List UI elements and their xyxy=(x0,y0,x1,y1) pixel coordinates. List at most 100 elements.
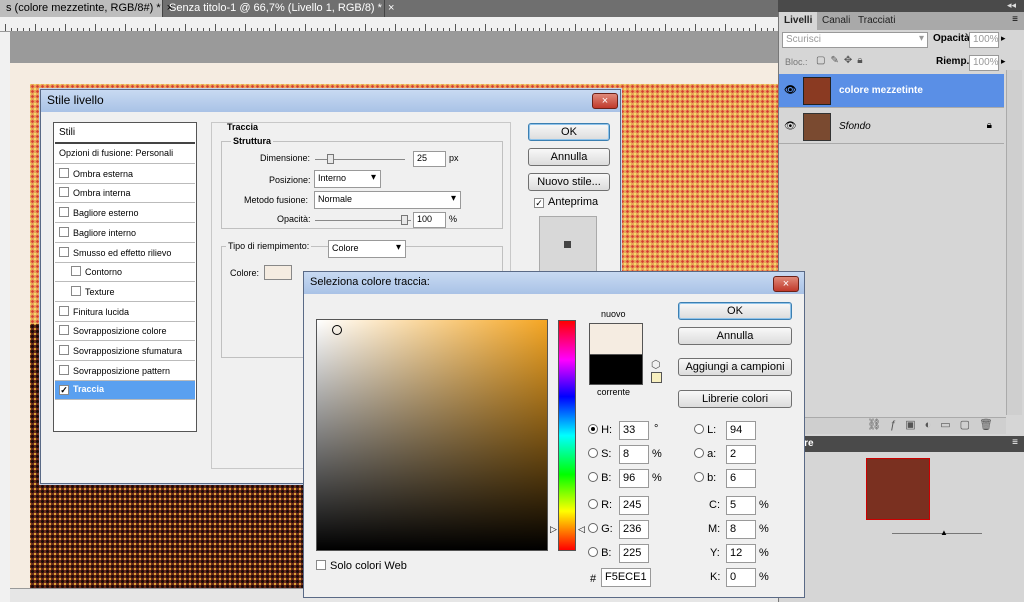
style-item[interactable]: Contorno xyxy=(55,263,195,283)
hue-slider[interactable] xyxy=(558,320,576,551)
opacity-input[interactable]: 100% xyxy=(969,32,999,48)
y-input[interactable]: 12 xyxy=(726,544,756,563)
style-item[interactable]: Sovrapposizione pattern xyxy=(55,362,195,381)
layers-toolbar[interactable]: ⛓ƒ▣◐▭▢🗑︎ xyxy=(779,417,1006,434)
ok-button[interactable]: OK xyxy=(678,302,792,320)
collapse-icon[interactable]: ◂◂ xyxy=(1007,0,1016,11)
styles-header[interactable]: Stili xyxy=(55,124,195,144)
metodo-fusione-select[interactable]: Normale xyxy=(314,191,461,209)
a-radio[interactable]: a: xyxy=(694,448,716,460)
tab-canali[interactable]: Canali xyxy=(817,12,855,30)
r-input[interactable]: 245 xyxy=(619,496,649,515)
l-input[interactable]: 94 xyxy=(726,421,756,440)
g-input[interactable]: 236 xyxy=(619,520,649,539)
checkbox-icon[interactable] xyxy=(59,305,69,316)
blend-mode-select[interactable]: Scurisci ▾ xyxy=(782,32,928,48)
layers-scrollbar[interactable] xyxy=(1006,70,1022,415)
ok-button[interactable]: OK xyxy=(528,123,610,141)
tab-colore-mezzetinte[interactable]: s (colore mezzetinte, RGB/8#) * × xyxy=(0,0,173,17)
checkbox-icon[interactable] xyxy=(71,285,81,296)
close-icon[interactable]: × xyxy=(388,2,394,14)
opacita-input[interactable]: 100 xyxy=(413,212,446,228)
hue-arrow-left-icon[interactable]: ▷ xyxy=(550,524,557,535)
gamut-swatch[interactable] xyxy=(651,372,662,383)
h-radio[interactable]: H: xyxy=(588,424,612,436)
radio-icon[interactable] xyxy=(588,472,598,482)
radio-icon[interactable] xyxy=(588,523,598,533)
layer-row-colore-mezzetinte[interactable]: 👁︎ colore mezzetinte xyxy=(779,74,1004,108)
close-button[interactable]: × xyxy=(773,276,799,292)
style-item[interactable]: ✓ Traccia xyxy=(55,381,195,401)
tab-tracciati[interactable]: Tracciati xyxy=(853,12,900,30)
c-input[interactable]: 5 xyxy=(726,496,756,515)
style-item[interactable]: Finitura lucida xyxy=(55,303,195,322)
style-item[interactable]: Texture xyxy=(55,283,195,302)
hue-arrow-right-icon[interactable]: ◁ xyxy=(578,524,585,535)
b-radio[interactable]: B: xyxy=(588,472,611,484)
radio-icon[interactable] xyxy=(588,424,598,434)
h-input[interactable]: 33 xyxy=(619,421,649,440)
annulla-button[interactable]: Annulla xyxy=(678,327,792,345)
a-input[interactable]: 2 xyxy=(726,445,756,464)
checkbox-icon[interactable] xyxy=(59,226,69,237)
s-radio[interactable]: S: xyxy=(588,448,611,460)
radio-icon[interactable] xyxy=(694,448,704,458)
saturation-brightness-field[interactable] xyxy=(316,319,548,551)
radio-icon[interactable] xyxy=(588,499,598,509)
lock-icons[interactable]: ▢✎✥🔒︎ xyxy=(816,55,868,66)
librerie-colori-button[interactable]: Librerie colori xyxy=(678,390,792,408)
eye-icon[interactable]: 👁︎ xyxy=(784,85,797,96)
radio-icon[interactable] xyxy=(588,448,598,458)
dimensione-input[interactable]: 25 xyxy=(413,151,446,167)
hex-input[interactable]: F5ECE1 xyxy=(601,568,651,587)
slider-handle[interactable]: ▲ xyxy=(940,528,948,537)
chevron-right-icon[interactable]: ▸ xyxy=(1001,33,1006,44)
checkbox-icon[interactable] xyxy=(59,364,69,375)
l-radio[interactable]: L: xyxy=(694,424,716,436)
radio-icon[interactable] xyxy=(694,472,704,482)
blue-radio[interactable]: B: xyxy=(588,547,611,559)
checkbox-icon[interactable]: ✓ xyxy=(534,198,544,208)
checkbox-icon[interactable] xyxy=(59,167,69,178)
b-input[interactable]: 96 xyxy=(619,469,649,488)
checkbox-icon[interactable] xyxy=(59,187,69,198)
aggiungi-campioni-button[interactable]: Aggiungi a campioni xyxy=(678,358,792,376)
style-item[interactable]: Sovrapposizione colore xyxy=(55,322,195,342)
slider-handle[interactable] xyxy=(401,215,408,225)
style-item[interactable]: Opzioni di fusione: Personali xyxy=(55,145,195,164)
colore-swatch[interactable] xyxy=(264,265,292,280)
fill-input[interactable]: 100% xyxy=(969,55,999,71)
zoom-slider[interactable]: ▲ xyxy=(880,528,1010,537)
tab-senza-titolo[interactable]: Senza titolo-1 @ 66,7% (Livello 1, RGB/8… xyxy=(163,0,394,17)
dimensione-slider[interactable] xyxy=(315,154,405,164)
m-input[interactable]: 8 xyxy=(726,520,756,539)
k-input[interactable]: 0 xyxy=(726,568,756,587)
navigator-thumbnail[interactable] xyxy=(866,458,930,520)
annulla-button[interactable]: Annulla xyxy=(528,148,610,166)
tab-livelli[interactable]: Livelli xyxy=(779,12,818,30)
radio-icon[interactable] xyxy=(694,424,704,434)
r-radio[interactable]: R: xyxy=(588,499,612,511)
anteprima-checkbox[interactable]: ✓ Anteprima xyxy=(534,196,598,208)
panel-menu-icon[interactable]: ≡ xyxy=(1012,437,1018,448)
posizione-select[interactable]: Interno xyxy=(314,170,381,188)
panel-menu-icon[interactable]: ≡ xyxy=(1012,14,1018,25)
s-input[interactable]: 8 xyxy=(619,445,649,464)
checkbox-icon[interactable] xyxy=(71,266,81,277)
solo-colori-web-checkbox[interactable]: Solo colori Web xyxy=(316,560,407,572)
nuovo-stile-button[interactable]: Nuovo stile... xyxy=(528,173,610,191)
layer-row-sfondo[interactable]: 👁︎ Sfondo 🔒︎ xyxy=(779,110,1004,144)
style-item[interactable]: Ombra esterna xyxy=(55,165,195,184)
close-button[interactable]: × xyxy=(592,93,618,109)
style-item[interactable]: Ombra interna xyxy=(55,184,195,204)
current-color-swatch[interactable] xyxy=(589,354,643,385)
checkbox-icon[interactable] xyxy=(316,560,326,570)
style-item[interactable]: Bagliore interno xyxy=(55,224,195,243)
blue-input[interactable]: 225 xyxy=(619,544,649,563)
style-item[interactable]: Bagliore esterno xyxy=(55,204,195,224)
eye-icon[interactable]: 👁︎ xyxy=(784,121,797,132)
checkbox-icon[interactable] xyxy=(59,246,69,257)
tipo-riempimento-select[interactable]: Colore xyxy=(328,240,406,258)
cube-icon[interactable]: ⬡ xyxy=(651,358,661,371)
style-item[interactable]: Smusso ed effetto rilievo xyxy=(55,244,195,263)
